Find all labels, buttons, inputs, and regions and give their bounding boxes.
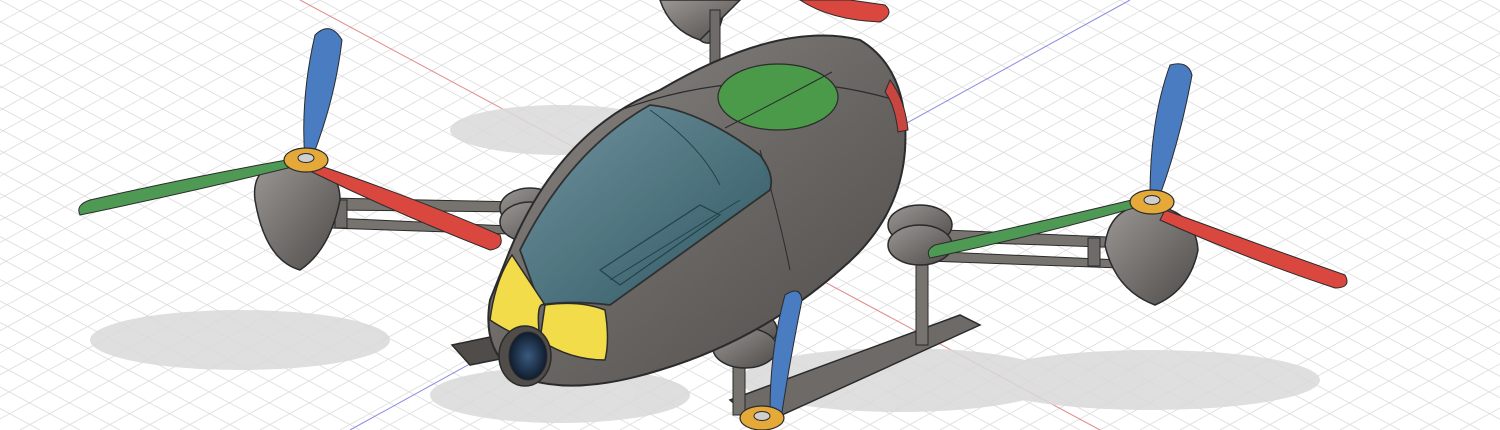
drone-model-canvas[interactable]: [0, 0, 1500, 430]
cad-viewport[interactable]: [0, 0, 1500, 430]
grid-line: [0, 365, 121, 430]
grid-line: [1439, 0, 1500, 33]
grid-line: [1419, 385, 1500, 430]
grid-line: [0, 0, 41, 23]
grid-line: [1339, 341, 1500, 430]
grid-line: [1359, 0, 1500, 76]
grid-line: [0, 408, 41, 430]
camera-lens: [498, 325, 552, 387]
grid-line: [1279, 0, 1500, 119]
top-marker: [717, 63, 839, 131]
grid-line: [0, 0, 121, 67]
arm-joint-rear-right: [887, 204, 953, 266]
propeller-right: [927, 63, 1348, 306]
